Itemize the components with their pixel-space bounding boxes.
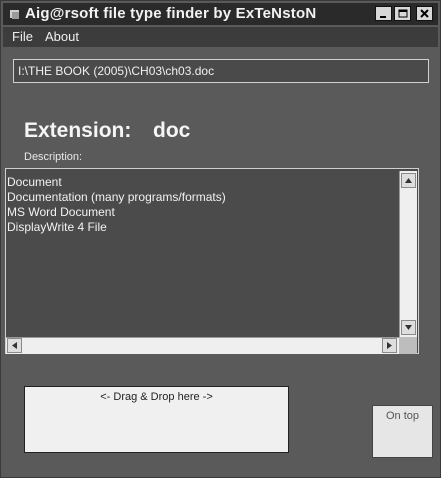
close-button[interactable] (416, 6, 433, 21)
app-window: Aig@rsoft file type finder by ExTeNstoN … (0, 0, 441, 478)
title-bar[interactable]: Aig@rsoft file type finder by ExTeNstoN (3, 3, 438, 25)
scroll-down-button[interactable] (401, 320, 416, 335)
arrow-left-icon (12, 342, 17, 349)
extension-label: Extension: (24, 119, 132, 142)
maximize-icon (398, 9, 407, 18)
minimize-button[interactable] (375, 6, 392, 21)
list-item[interactable]: MS Word Document (7, 205, 226, 220)
minimize-icon (380, 16, 386, 18)
maximize-button[interactable] (394, 6, 411, 21)
list-item[interactable]: DisplayWrite 4 File (7, 220, 226, 235)
arrow-up-icon (405, 178, 412, 183)
close-icon (420, 9, 429, 18)
description-label: Description: (24, 151, 83, 163)
vertical-scrollbar[interactable] (399, 171, 417, 337)
arrow-right-icon (387, 342, 392, 349)
list-item[interactable]: Document (7, 175, 226, 190)
scroll-corner (399, 337, 417, 354)
scroll-left-button[interactable] (7, 338, 22, 353)
file-path-field[interactable]: I:\THE BOOK (2005)\CH03\ch03.doc (13, 59, 429, 83)
drop-zone[interactable]: <- Drag & Drop here -> (24, 386, 289, 453)
menu-bar: File About (3, 27, 438, 47)
window-title: Aig@rsoft file type finder by ExTeNstoN (25, 5, 317, 22)
list-item[interactable]: Documentation (many programs/formats) (7, 190, 226, 205)
description-items: Document Documentation (many programs/fo… (7, 175, 226, 235)
drop-zone-label: <- Drag & Drop here -> (100, 391, 213, 403)
scroll-right-button[interactable] (382, 338, 397, 353)
scroll-up-button[interactable] (401, 173, 416, 188)
on-top-button[interactable]: On top (372, 405, 433, 458)
arrow-down-icon (405, 325, 412, 330)
extension-value: doc (153, 119, 191, 142)
horizontal-scrollbar[interactable] (6, 337, 399, 354)
description-list[interactable]: Document Documentation (many programs/fo… (5, 168, 419, 354)
menu-file[interactable]: File (12, 29, 33, 44)
menu-about[interactable]: About (45, 29, 79, 44)
app-icon (10, 10, 19, 19)
